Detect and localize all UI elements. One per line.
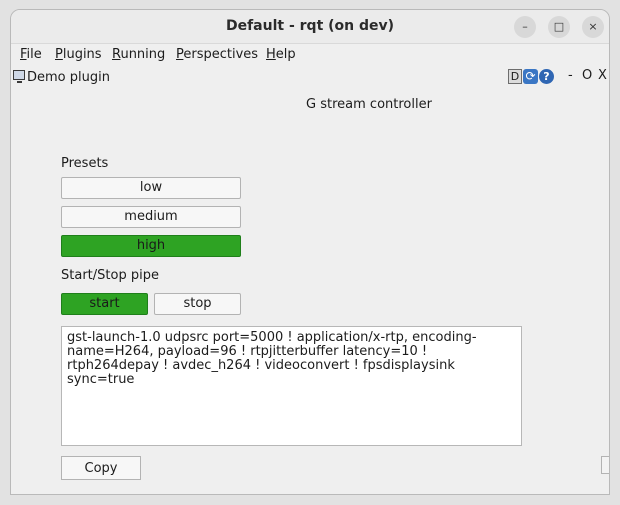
- menu-help[interactable]: Help: [266, 47, 296, 62]
- pipeline-text-area[interactable]: gst-launch-1.0 udpsrc port=5000 ! applic…: [61, 326, 522, 446]
- dock-d-button[interactable]: D: [508, 69, 522, 84]
- menu-file[interactable]: File: [20, 47, 42, 62]
- pipe-label: Start/Stop pipe: [61, 268, 159, 283]
- minimize-button[interactable]: –: [514, 16, 536, 38]
- menu-bar: File Plugins Running Perspectives Help: [11, 44, 609, 66]
- presets-label: Presets: [61, 156, 109, 171]
- start-button[interactable]: start: [61, 293, 148, 315]
- preset-high-button[interactable]: high: [61, 235, 241, 257]
- title-bar: Default - rqt (on dev) – □ ×: [11, 10, 609, 44]
- plugin-float-button[interactable]: O: [582, 68, 592, 83]
- copy-button[interactable]: Copy: [61, 456, 141, 480]
- page-title: G stream controller: [306, 97, 432, 112]
- menu-perspectives[interactable]: Perspectives: [176, 47, 258, 62]
- menu-plugins[interactable]: Plugins: [55, 47, 102, 62]
- monitor-icon: [13, 70, 25, 83]
- preset-medium-button[interactable]: medium: [61, 206, 241, 228]
- help-icon[interactable]: ?: [539, 69, 554, 84]
- scrollbar-handle[interactable]: [601, 456, 609, 474]
- preset-low-button[interactable]: low: [61, 177, 241, 199]
- refresh-icon[interactable]: ⟳: [523, 69, 538, 84]
- maximize-button[interactable]: □: [548, 16, 570, 38]
- rqt-window: Default - rqt (on dev) – □ × File Plugin…: [10, 9, 610, 495]
- plugin-minimize-button[interactable]: -: [568, 68, 573, 83]
- plugin-close-button[interactable]: X: [598, 68, 607, 83]
- menu-running[interactable]: Running: [112, 47, 165, 62]
- close-button[interactable]: ×: [582, 16, 604, 38]
- plugin-title-bar: Demo plugin D ⟳ ? - O X: [11, 68, 609, 90]
- stop-button[interactable]: stop: [154, 293, 241, 315]
- plugin-title: Demo plugin: [27, 70, 110, 85]
